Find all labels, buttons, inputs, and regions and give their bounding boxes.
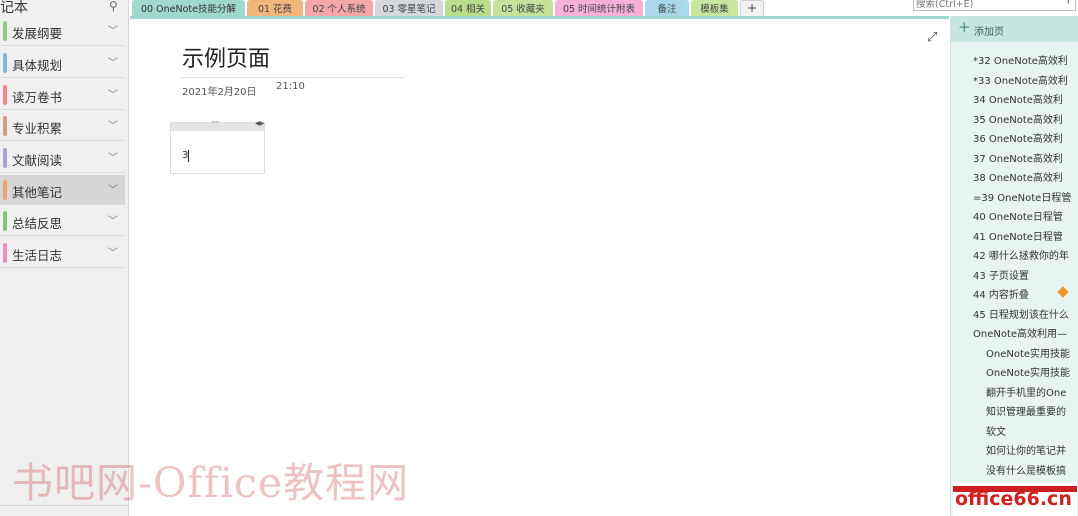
chevron-down-icon[interactable]: ﹀ bbox=[108, 244, 118, 259]
chevron-down-icon[interactable]: ﹀ bbox=[108, 86, 118, 101]
page-list-item[interactable]: 43 子页设置 bbox=[973, 267, 1077, 286]
search-icon[interactable]: ⚲ bbox=[1065, 0, 1072, 5]
plus-icon: + bbox=[958, 18, 971, 36]
page-list-item[interactable]: 知识管理最重要的 bbox=[986, 403, 1077, 422]
section-item[interactable]: 发展纲要 ﹀ bbox=[0, 16, 125, 46]
section-item[interactable]: 文献阅读 ﹀ bbox=[0, 143, 125, 173]
chevron-down-icon[interactable]: ﹀ bbox=[108, 212, 118, 227]
section-label: 具体规划 bbox=[12, 58, 63, 73]
watermark-logo: office66.cn bbox=[953, 482, 1077, 516]
page-list-item[interactable]: *32 OneNote高效利 bbox=[973, 52, 1077, 71]
notebook-title[interactable]: 记本 bbox=[0, 0, 28, 17]
page-list-item[interactable]: =39 OneNote日程管 bbox=[973, 189, 1077, 208]
section-item[interactable]: 具体规划 ﹀ bbox=[0, 48, 125, 78]
text-cursor bbox=[188, 150, 189, 162]
resize-arrows-icon[interactable]: ◀▶ bbox=[255, 120, 264, 127]
page-list-item[interactable]: 40 OneNote日程管 bbox=[973, 208, 1077, 227]
add-section-tab[interactable]: + bbox=[740, 0, 764, 16]
notebook-header: 记本 ⚲ bbox=[0, 0, 129, 16]
section-label: 读万卷书 bbox=[12, 90, 63, 105]
section-color-bar bbox=[3, 148, 7, 168]
page-list-item[interactable]: 38 OneNote高效利 bbox=[973, 169, 1077, 188]
watermark-text: 书吧网-Office教程网 bbox=[12, 459, 410, 507]
page-date: 2021年2月20日 bbox=[182, 87, 257, 98]
section-tab[interactable]: 01 花费 bbox=[247, 0, 303, 16]
section-tab[interactable]: 05 时间统计附表 bbox=[555, 0, 643, 16]
page-list-item[interactable]: *33 OneNote高效利 bbox=[973, 72, 1077, 91]
chevron-down-icon[interactable]: ﹀ bbox=[108, 54, 118, 69]
section-color-bar bbox=[3, 53, 7, 73]
page-list-item[interactable]: 35 OneNote高效利 bbox=[973, 111, 1077, 130]
section-item[interactable]: 其他笔记 ﹀ bbox=[0, 175, 125, 205]
page-canvas[interactable]: 示例页面 2021年2月20日 21:10 ⤢ ···· ◀▶ 3 bbox=[130, 16, 949, 516]
section-color-bar bbox=[3, 85, 7, 105]
section-color-bar bbox=[3, 243, 7, 263]
page-time: 21:10 bbox=[276, 81, 305, 92]
section-color-bar bbox=[3, 180, 7, 200]
note-container[interactable]: ···· ◀▶ 3 bbox=[170, 118, 265, 174]
section-tab[interactable]: 模板集 bbox=[691, 0, 738, 16]
add-page-label: 添加页 bbox=[974, 27, 1004, 38]
chevron-down-icon[interactable]: ﹀ bbox=[108, 22, 118, 37]
section-label: 生活日志 bbox=[12, 248, 63, 263]
section-tab[interactable]: 备注 bbox=[645, 0, 689, 16]
page-list-item[interactable]: OneNote实用技能 bbox=[986, 364, 1077, 383]
section-label: 专业积累 bbox=[12, 121, 63, 136]
title-divider bbox=[180, 77, 405, 78]
section-item[interactable]: 读万卷书 ﹀ bbox=[0, 80, 125, 110]
search-input[interactable]: 搜索(Ctrl+E) ⚲ bbox=[913, 0, 1076, 11]
page-list-item[interactable]: 36 OneNote高效利 bbox=[973, 130, 1077, 149]
chevron-down-icon[interactable]: ﹀ bbox=[108, 181, 118, 196]
page-list-item[interactable]: 37 OneNote高效利 bbox=[973, 150, 1077, 169]
page-list-item[interactable]: 41 OneNote日程管 bbox=[973, 228, 1077, 247]
section-color-bar bbox=[3, 21, 7, 41]
add-page-button[interactable]: + 添加页 bbox=[951, 16, 1078, 42]
page-list-item[interactable]: 翻开手机里的One bbox=[986, 384, 1077, 403]
section-label: 发展纲要 bbox=[12, 26, 63, 41]
notebook-panel: 记本 ⚲ 发展纲要 ﹀ 具体规划 ﹀ 读万卷书 ﹀ 专业积累 ﹀ 文献阅读 ﹀ 其他笔记 ﹀ 总结反思 ﹀… bbox=[0, 0, 129, 516]
page-list-item[interactable]: 如何让你的笔记并 bbox=[986, 442, 1077, 461]
drag-dots-icon: ···· bbox=[211, 118, 220, 128]
section-tab[interactable]: 04 相关 bbox=[445, 0, 491, 16]
watermark-logo-text: office66.cn bbox=[955, 488, 1072, 510]
search-placeholder: 搜索(Ctrl+E) bbox=[916, 0, 974, 10]
section-label: 总结反思 bbox=[12, 216, 63, 231]
section-tab[interactable]: 03 零星笔记 bbox=[375, 0, 443, 16]
page-list-item[interactable]: OneNote实用技能 bbox=[986, 345, 1077, 364]
expand-icon[interactable]: ⤢ bbox=[927, 30, 937, 45]
section-tab[interactable]: 05 收藏夹 bbox=[493, 0, 553, 16]
page-list-item[interactable]: 软文 bbox=[986, 423, 1077, 442]
pin-icon[interactable]: ⚲ bbox=[109, 0, 118, 13]
chevron-down-icon[interactable]: ﹀ bbox=[108, 117, 118, 132]
section-item[interactable]: 总结反思 ﹀ bbox=[0, 206, 125, 236]
page-list-item[interactable]: 没有什么是模板搞 bbox=[986, 462, 1077, 481]
page-list-item[interactable]: 42 哪什么拯救你的年 bbox=[973, 247, 1077, 266]
section-color-bar bbox=[3, 211, 7, 231]
page-title[interactable]: 示例页面 bbox=[182, 41, 270, 73]
section-label: 其他笔记 bbox=[12, 185, 63, 200]
section-tab[interactable]: 02 个人系统 bbox=[305, 0, 373, 16]
section-item[interactable]: 生活日志 ﹀ bbox=[0, 238, 125, 268]
page-list-panel: + 添加页 *32 OneNote高效利 *33 OneNote高效利 34 One… bbox=[950, 16, 1078, 516]
note-drag-handle[interactable]: ···· ◀▶ bbox=[171, 118, 264, 131]
section-color-bar bbox=[3, 116, 7, 136]
page-list-item[interactable]: 34 OneNote高效利 bbox=[973, 91, 1077, 110]
chevron-down-icon[interactable]: ﹀ bbox=[108, 149, 118, 164]
section-item[interactable]: 专业积累 ﹀ bbox=[0, 111, 125, 141]
section-tab-bar: 00 OneNote技能分解 01 花费 02 个人系统 03 零星笔记 04 相关 05… bbox=[130, 0, 950, 18]
page-list-item[interactable]: 45 日程规划该在什么 bbox=[973, 306, 1077, 325]
section-label: 文献阅读 bbox=[12, 153, 63, 168]
page-list-item[interactable]: OneNote高效利用— bbox=[973, 325, 1077, 344]
